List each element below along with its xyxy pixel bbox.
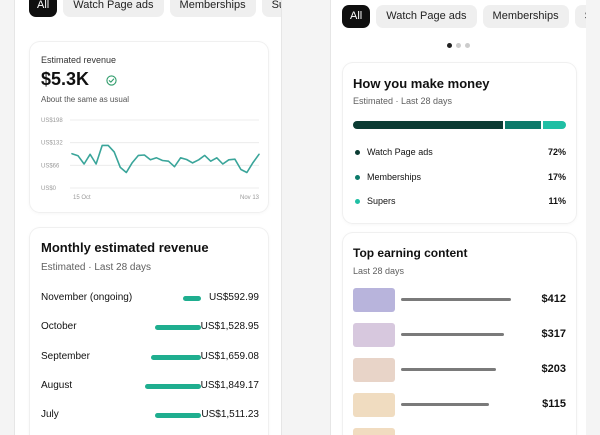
content-row[interactable]: $203 — [353, 358, 566, 382]
month-bar — [154, 325, 201, 331]
source-label: Supers — [367, 196, 396, 206]
estimated-revenue-value: $5.3K — [41, 69, 90, 89]
month-row[interactable]: August US$1,849.17 — [41, 380, 259, 394]
revenue-source-row[interactable]: Memberships 17% — [353, 171, 566, 185]
video-thumbnail[interactable] — [353, 358, 395, 382]
legend-dot — [355, 150, 360, 155]
source-label: Watch Page ads — [367, 147, 433, 157]
y-tick-label: US$198 — [41, 118, 63, 124]
month-label: September — [41, 350, 90, 362]
y-tick-label: US$132 — [41, 141, 63, 147]
revenue-source-row[interactable]: Watch Page ads 72% — [353, 146, 566, 160]
month-row[interactable]: November (ongoing) US$592.99 — [41, 292, 259, 306]
chip-all[interactable]: All — [342, 5, 371, 28]
carousel-dot[interactable] — [447, 43, 452, 48]
estimated-revenue-subtitle: About the same as usual — [41, 95, 130, 104]
estimated-revenue-title: Estimated revenue — [41, 55, 117, 65]
content-earnings: $115 — [542, 398, 566, 410]
x-tick-label: Nov 13 — [240, 195, 260, 201]
check-circle-icon — [106, 75, 117, 86]
monthly-revenue-card[interactable]: Monthly estimated revenue Estimated · La… — [30, 228, 268, 435]
right-screen: All Watch Page ads Memberships Su How yo… — [330, 0, 586, 435]
video-thumbnail[interactable] — [353, 288, 395, 312]
month-value: US$1,528.95 — [200, 321, 259, 333]
x-tick-label: 15 Oct — [73, 195, 91, 201]
chip-all[interactable]: All — [29, 0, 58, 17]
carousel-dot[interactable] — [456, 43, 461, 48]
chip-supers[interactable]: Su — [261, 0, 281, 17]
source-percent: 17% — [547, 171, 566, 182]
month-label: August — [41, 379, 73, 391]
month-bar — [145, 383, 201, 389]
revenue-share-bar — [353, 121, 566, 129]
how-you-make-money-subtitle: Estimated · Last 28 days — [353, 96, 453, 106]
filter-chips: All Watch Page ads Memberships Su — [342, 5, 586, 28]
share-segment — [543, 121, 566, 129]
revenue-line-chart[interactable]: US$198 US$132 US$66 US$0 15 Oct Nov 13 — [30, 112, 268, 208]
top-earning-title: Top earning content — [353, 246, 468, 260]
monthly-revenue-title: Monthly estimated revenue — [41, 240, 209, 255]
how-you-make-money-title: How you make money — [353, 76, 490, 91]
estimated-revenue-card[interactable]: Estimated revenue $5.3K About the same a… — [30, 42, 268, 212]
content-earnings: $317 — [541, 328, 566, 340]
carousel-dot[interactable] — [465, 43, 470, 48]
chip-memberships[interactable]: Memberships — [169, 0, 256, 17]
video-thumbnail[interactable] — [353, 393, 395, 417]
month-row[interactable]: September US$1,659.08 — [41, 351, 259, 365]
revenue-series-line — [71, 144, 260, 174]
revenue-source-row[interactable]: Supers 11% — [353, 195, 566, 209]
chip-memberships[interactable]: Memberships — [482, 5, 569, 28]
legend-dot — [355, 199, 360, 204]
month-label: November (ongoing) — [41, 292, 133, 303]
content-earnings: $203 — [541, 363, 566, 375]
content-title-placeholder — [401, 368, 496, 371]
chip-watch-page-ads[interactable]: Watch Page ads — [63, 0, 164, 17]
content-row[interactable] — [353, 428, 566, 435]
source-percent: 11% — [548, 196, 566, 206]
content-row[interactable]: $115 — [353, 393, 566, 417]
top-earning-content-card[interactable]: Top earning content Last 28 days $412 $31… — [343, 233, 576, 435]
month-bar — [155, 413, 201, 419]
carousel-indicator — [447, 43, 470, 48]
how-you-make-money-card[interactable]: How you make money Estimated · Last 28 d… — [343, 63, 576, 223]
source-percent: 72% — [547, 147, 566, 157]
y-tick-label: US$0 — [41, 186, 57, 192]
share-segment — [505, 121, 542, 129]
month-label: October — [41, 321, 77, 333]
month-row[interactable]: July US$1,511.23 — [41, 409, 259, 423]
content-title-placeholder — [401, 298, 511, 301]
video-thumbnail[interactable] — [353, 428, 395, 435]
source-label: Memberships — [367, 171, 422, 182]
video-thumbnail[interactable] — [353, 323, 395, 347]
month-row[interactable]: October US$1,528.95 — [41, 321, 259, 335]
chip-supers[interactable]: Su — [574, 5, 586, 28]
content-title-placeholder — [401, 333, 505, 336]
monthly-revenue-subtitle: Estimated · Last 28 days — [41, 262, 152, 273]
month-value: US$1,511.23 — [201, 409, 259, 421]
content-title-placeholder — [401, 403, 490, 406]
legend-dot — [355, 174, 360, 180]
top-earning-subtitle: Last 28 days — [353, 266, 405, 276]
month-value: US$1,659.08 — [200, 350, 259, 362]
month-value: US$592.99 — [208, 292, 259, 303]
month-bar — [183, 296, 201, 301]
month-bar — [150, 354, 201, 360]
content-row[interactable]: $317 — [353, 323, 566, 347]
content-row[interactable]: $412 — [353, 288, 566, 312]
chip-watch-page-ads[interactable]: Watch Page ads — [376, 5, 477, 28]
month-label: July — [41, 409, 59, 421]
content-earnings: $412 — [541, 293, 566, 305]
left-screen: All Watch Page ads Memberships Su Estima… — [14, 0, 282, 435]
y-tick-label: US$66 — [41, 163, 60, 169]
month-value: US$1,849.17 — [200, 379, 259, 391]
share-segment — [353, 121, 504, 129]
filter-chips: All Watch Page ads Memberships Su — [29, 0, 281, 17]
